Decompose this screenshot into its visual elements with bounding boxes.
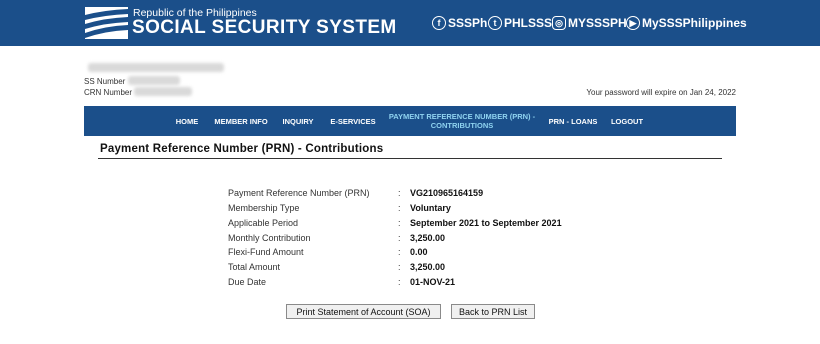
facebook-icon: f bbox=[432, 16, 446, 30]
detail-value: September 2021 to September 2021 bbox=[410, 218, 562, 228]
header-banner: Republic of the Philippines SOCIAL SECUR… bbox=[0, 0, 820, 46]
redacted-crn-number bbox=[134, 87, 192, 96]
social-instagram-link[interactable]: ◎ MYSSSPH bbox=[552, 16, 627, 30]
nav-prn-loans[interactable]: PRN - LOANS bbox=[546, 106, 600, 136]
title-divider bbox=[98, 158, 722, 159]
nav-prn-contributions[interactable]: PAYMENT REFERENCE NUMBER (PRN) - CONTRIB… bbox=[388, 106, 536, 136]
detail-label: Membership Type bbox=[228, 203, 300, 213]
detail-label: Due Date bbox=[228, 277, 267, 287]
nav-e-services[interactable]: E-SERVICES bbox=[328, 106, 378, 136]
back-to-prn-list-button[interactable]: Back to PRN List bbox=[451, 304, 535, 319]
social-label: PHLSSS bbox=[504, 16, 553, 30]
detail-value: 3,250.00 bbox=[410, 262, 446, 272]
password-expiry-notice: Your password will expire on Jan 24, 202… bbox=[586, 88, 736, 97]
redacted-ss-number bbox=[128, 76, 180, 85]
nav-member-info[interactable]: MEMBER INFO bbox=[212, 106, 270, 136]
redacted-name bbox=[88, 63, 224, 72]
detail-value: Voluntary bbox=[410, 203, 451, 213]
detail-label: Payment Reference Number (PRN) bbox=[228, 188, 370, 198]
detail-value: 0.00 bbox=[410, 247, 428, 257]
logo-title: SOCIAL SECURITY SYSTEM bbox=[132, 17, 397, 38]
print-soa-button[interactable]: Print Statement of Account (SOA) bbox=[286, 304, 441, 319]
detail-label: Applicable Period bbox=[228, 218, 299, 228]
youtube-icon: ▶ bbox=[626, 16, 640, 30]
twitter-icon: t bbox=[488, 16, 502, 30]
ss-number-label: SS Number bbox=[84, 77, 126, 86]
crn-number-label: CRN Number bbox=[84, 88, 133, 97]
nav-home[interactable]: HOME bbox=[172, 106, 202, 136]
detail-value: 01-NOV-21 bbox=[410, 277, 456, 287]
detail-label: Flexi-Fund Amount bbox=[228, 247, 304, 257]
social-label: MYSSSPH bbox=[568, 16, 627, 30]
detail-value: 3,250.00 bbox=[410, 233, 446, 243]
social-label: SSSPh bbox=[448, 16, 488, 30]
nav-logout[interactable]: LOGOUT bbox=[608, 106, 646, 136]
sss-logo-icon bbox=[85, 7, 128, 39]
page-title: Payment Reference Number (PRN) - Contrib… bbox=[100, 143, 384, 155]
detail-value: VG210965164159 bbox=[410, 188, 484, 198]
main-nav: HOME MEMBER INFO INQUIRY E-SERVICES PAYM… bbox=[84, 106, 736, 136]
nav-inquiry[interactable]: INQUIRY bbox=[280, 106, 316, 136]
social-facebook-link[interactable]: f SSSPh bbox=[432, 16, 487, 30]
detail-label: Total Amount bbox=[228, 262, 281, 272]
social-youtube-link[interactable]: ▶ MySSSPhilippines bbox=[626, 16, 747, 30]
social-label: MySSSPhilippines bbox=[642, 16, 747, 30]
instagram-icon: ◎ bbox=[552, 16, 566, 30]
social-twitter-link[interactable]: t PHLSSS bbox=[488, 16, 552, 30]
detail-label: Monthly Contribution bbox=[228, 233, 311, 243]
